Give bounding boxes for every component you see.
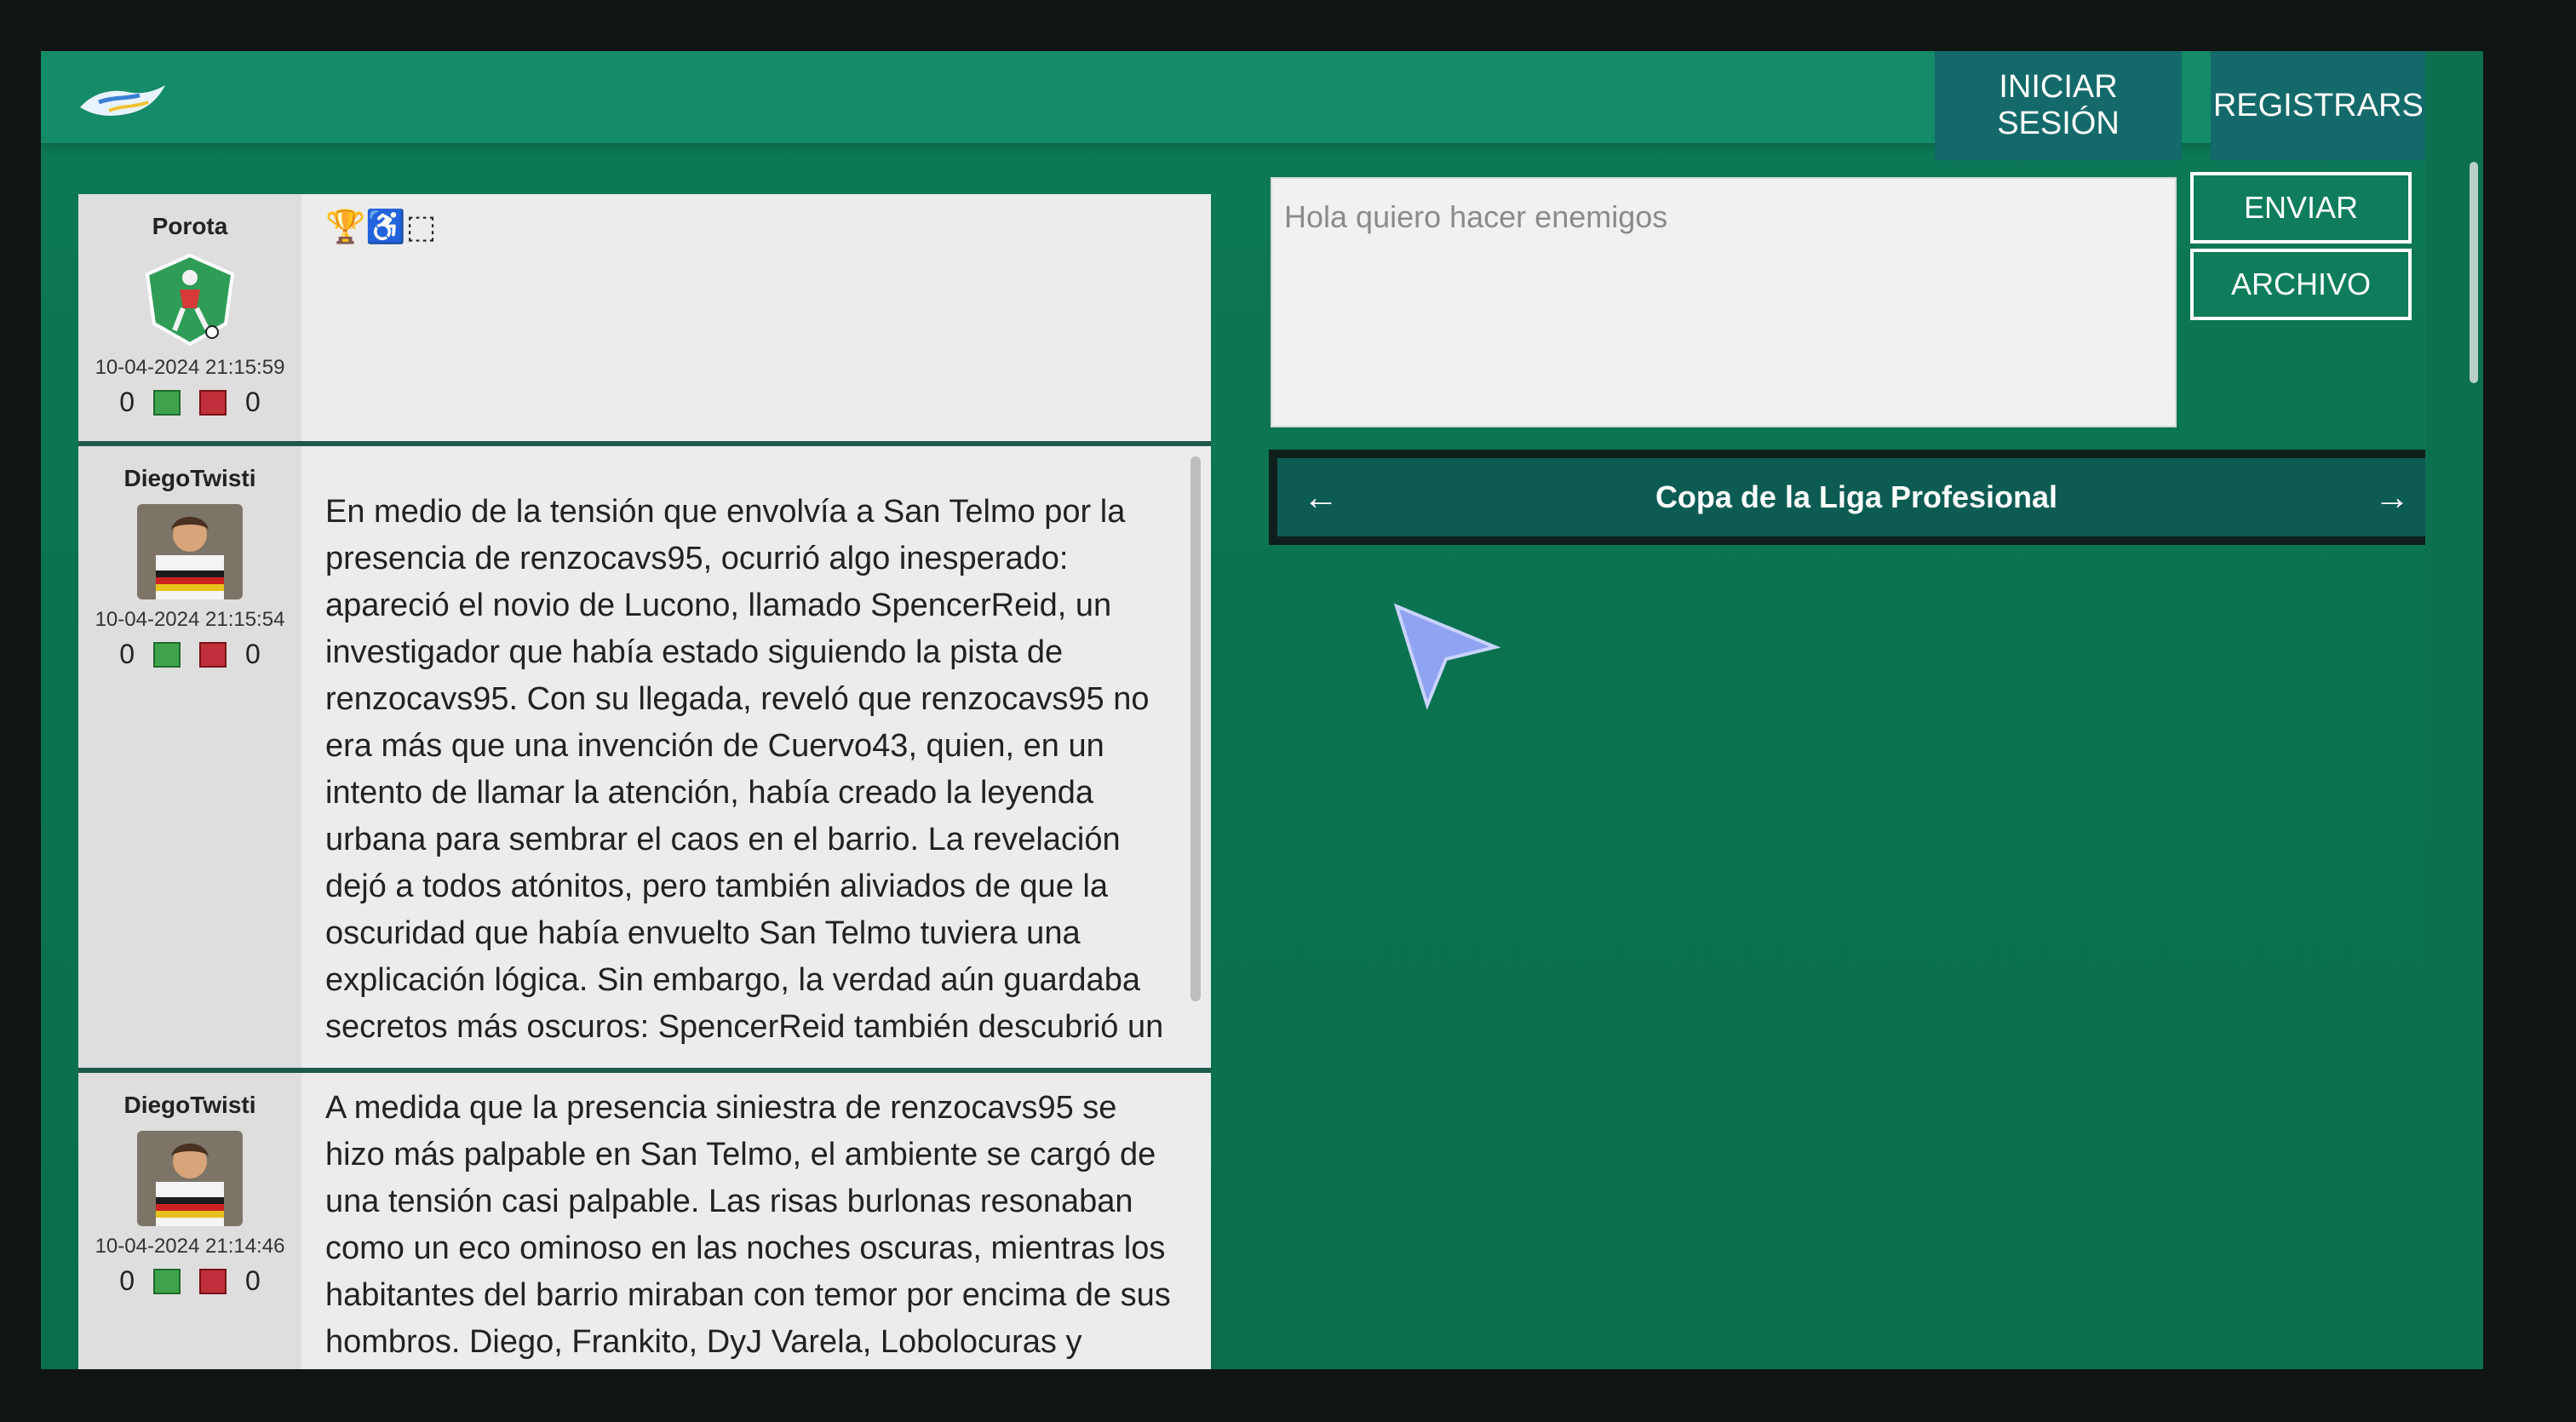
cursor-pointer-icon [1393,603,1501,710]
thumbs-down-icon[interactable] [199,389,227,416]
post-votes: 0 0 [78,387,301,418]
post-body: En medio de la tensión que envolvía a Sa… [325,494,1164,1045]
downvote-count: 0 [245,1265,261,1296]
post-item: Porota 10-04-2024 21:15:59 0 0 🏆♿⬚ [78,194,1211,446]
post-author-panel: DiegoTwisti 10-04-2024 21:14:46 0 0 [78,1073,301,1369]
league-bar: ← Copa de la Liga Profesional → [1277,458,2435,536]
thumbs-up-icon[interactable] [153,641,181,668]
compose-box [1271,177,2177,427]
top-bar: INICIAR SESIÓN REGISTRARSE [41,51,2483,160]
post-item: DiegoTwisti 10-04-2024 21:15:54 0 0 En m… [78,446,1211,1073]
upvote-count: 0 [119,639,135,669]
register-button[interactable]: REGISTRARSE [2211,51,2447,160]
avatar[interactable] [137,504,243,599]
posts-list[interactable]: Porota 10-04-2024 21:15:59 0 0 🏆♿⬚ Diego… [78,194,1211,1369]
upvote-count: 0 [119,1265,135,1296]
login-button[interactable]: INICIAR SESIÓN [1935,51,2182,160]
post-username: Porota [152,213,228,239]
message-input[interactable] [1272,179,2175,426]
post-votes: 0 0 [78,1265,301,1297]
thumbs-down-icon[interactable] [199,641,227,668]
downvote-count: 0 [245,639,261,669]
upvote-count: 0 [119,387,135,417]
logo-icon[interactable] [75,77,169,124]
league-selector: ← Copa de la Liga Profesional → [1269,450,2444,545]
post-date: 10-04-2024 21:15:59 [95,356,285,379]
post-author-panel: Porota 10-04-2024 21:15:59 0 0 [78,194,301,441]
downvote-count: 0 [245,387,261,417]
thumbs-down-icon[interactable] [199,1268,227,1294]
app-screen: INICIAR SESIÓN REGISTRARSE Porota 10-04-… [41,51,2483,1369]
arrow-left-icon[interactable]: ← [1303,477,1339,518]
page-scrollbar[interactable] [2470,162,2478,383]
post-item: DiegoTwisti 10-04-2024 21:14:46 0 0 A me… [78,1073,1211,1369]
avatar[interactable] [137,252,243,347]
post-author-panel: DiegoTwisti 10-04-2024 21:15:54 0 0 [78,446,301,1068]
post-date: 10-04-2024 21:14:46 [95,1235,285,1258]
post-emoji-line: 🏆♿⬚ [325,209,437,245]
post-scrollbar[interactable] [1190,456,1201,1001]
post-votes: 0 0 [78,639,301,670]
file-button[interactable]: ARCHIVO [2190,249,2412,320]
thumbs-up-icon[interactable] [153,389,181,416]
avatar[interactable] [137,1131,243,1226]
post-date: 10-04-2024 21:15:54 [95,608,285,631]
league-title: Copa de la Liga Profesional [1655,479,2058,514]
post-username: DiegoTwisti [123,1092,256,1118]
post-body: A medida que la presencia siniestra de r… [325,1090,1171,1360]
arrow-right-icon[interactable]: → [2374,477,2410,518]
post-username: DiegoTwisti [123,465,256,491]
send-button[interactable]: ENVIAR [2190,172,2412,244]
thumbs-up-icon[interactable] [153,1268,181,1294]
